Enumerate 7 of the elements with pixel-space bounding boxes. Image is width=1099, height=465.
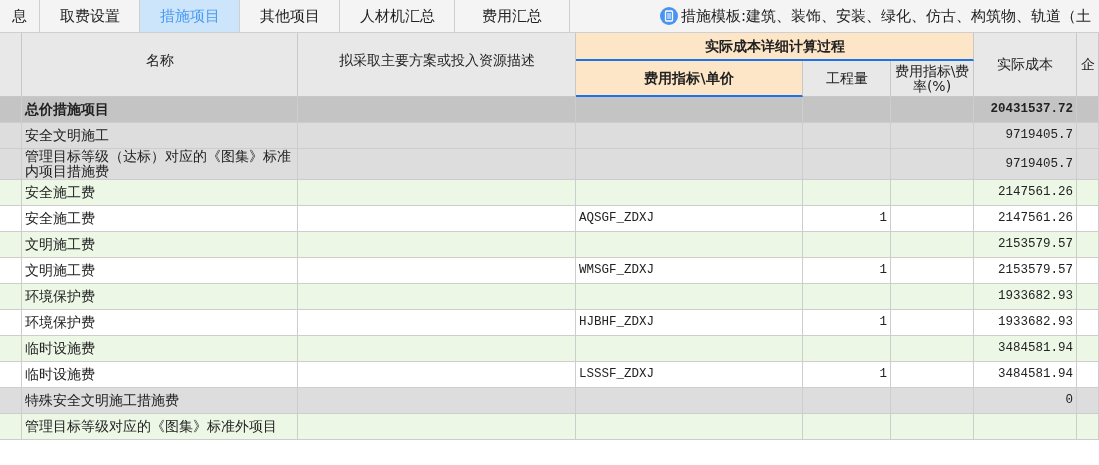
template-label: 措施模板:建筑、装饰、安装、绿化、仿古、构筑物、轨道（土 <box>681 6 1092 26</box>
table-cell <box>1077 414 1099 440</box>
name-cell: 管理目标等级对应的《图集》标准外项目 <box>22 414 298 440</box>
document-icon <box>660 7 678 25</box>
column-group-header: 实际成本详细计算过程 <box>576 33 974 61</box>
row-header-cell[interactable] <box>0 414 22 440</box>
column-header[interactable]: 费用指标\单价 <box>576 61 803 97</box>
